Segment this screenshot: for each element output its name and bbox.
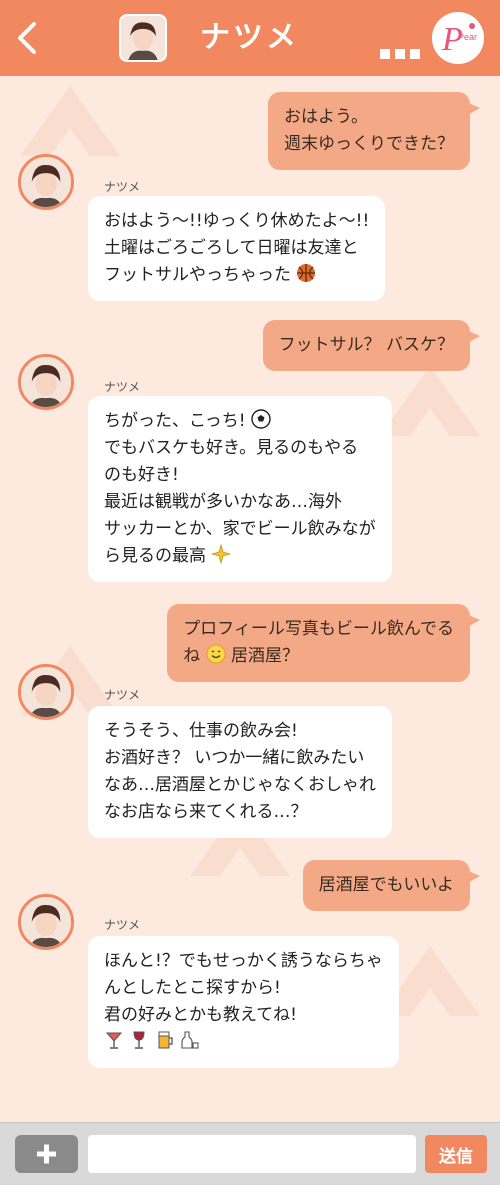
received-message: ちがった、こっち! でもバスケも好き。見るのもやる のも好き! 最近は観戦が多い… (88, 396, 392, 582)
message-text: でもバスケも好き。見るのもやる (104, 438, 359, 458)
message-text: 週末ゆっくりできた？ (284, 134, 454, 154)
avatar[interactable] (18, 664, 74, 720)
message-text: サッカーとか、家でビール飲みなが (104, 519, 376, 539)
plus-icon (37, 1144, 56, 1164)
message-footer: 送信 (0, 1122, 500, 1185)
sent-message: フットサル？ バスケ？ (262, 320, 481, 371)
sender-name: ナツメ (104, 918, 141, 932)
sent-message: おはよう。 週末ゆっくりできた？ (268, 92, 480, 170)
message-text: ほんと!？でもせっかく誘うならちゃ (104, 951, 383, 971)
sent-message: プロフィール写真もビール飲んでる ね 居酒屋？ (167, 604, 480, 682)
message-text: 君の好みとかも教えてね! (104, 1005, 297, 1025)
message-text: なお店なら来てくれる…？ (104, 802, 308, 822)
message-text: ちがった、こっち! (104, 411, 246, 431)
sender-name: ナツメ (104, 380, 141, 394)
avatar[interactable] (18, 154, 74, 210)
message-text: フットサルやっちゃった (104, 265, 291, 285)
message-input[interactable] (88, 1135, 416, 1173)
sake-icon (181, 1031, 199, 1049)
page-title: ナツメ (200, 20, 299, 55)
message-text: お酒好き？ いつか一緒に飲みたい (104, 748, 365, 768)
smile-icon (206, 644, 226, 664)
message-text: 土曜はごろごろして日曜は友達と (104, 238, 359, 258)
message-text: ら見るの最高 (104, 546, 206, 566)
message-text: 最近は観戦が多いかなあ…海外 (104, 492, 342, 512)
message-text: のも好き! (104, 465, 179, 485)
sent-message: 居酒屋でもいいよ (302, 860, 481, 911)
sender-name: ナツメ (104, 180, 141, 194)
back-arrow-icon[interactable] (10, 18, 44, 58)
more-options-icon[interactable] (380, 44, 428, 59)
received-message: おはよう～!!ゆっくり休めたよ～!! 土曜はごろごろして日曜は友達と フットサル… (88, 196, 386, 301)
received-message: そうそう、仕事の飲み会! お酒好き？ いつか一緒に飲みたい なあ…居酒屋とかじゃ… (88, 706, 392, 838)
header-bar: ナツメ P Pear (0, 0, 500, 76)
message-text: プロフィール写真もビール飲んでる (183, 619, 454, 639)
message-text: んとしたとこ探すから! (104, 978, 281, 998)
avatar[interactable] (18, 354, 74, 410)
basketball-icon (297, 264, 316, 282)
message-text: なあ…居酒屋とかじゃなくおしゃれ (104, 775, 376, 795)
header-avatar[interactable] (119, 14, 167, 62)
message-text: そうそう、仕事の飲み会! (104, 721, 298, 741)
sender-name: ナツメ (104, 688, 141, 702)
add-attachment-button[interactable] (15, 1135, 78, 1173)
wine-icon (133, 1031, 145, 1049)
message-text: おはよう～!!ゆっくり休めたよ～!! (104, 211, 370, 231)
message-text: フットサル？ バスケ？ (278, 335, 454, 355)
soccer-ball-icon (251, 409, 271, 429)
beer-icon (158, 1031, 173, 1049)
svg-text:Pear: Pear (458, 32, 477, 42)
message-text: 居酒屋でもいいよ (318, 875, 454, 895)
received-message: ほんと!？でもせっかく誘うならちゃ んとしたとこ探すから! 君の好みとかも教えて… (88, 936, 399, 1068)
message-text: おはよう。 (284, 107, 368, 127)
message-text: 居酒屋？ (231, 646, 299, 666)
send-button[interactable]: 送信 (425, 1135, 487, 1173)
cocktail-icon (105, 1032, 123, 1049)
chat-area[interactable]: おはよう。 週末ゆっくりできた？ ナツメ おはよう～!!ゆっくり休めたよ～!! … (0, 76, 500, 1122)
pearre-logo: P Pear (432, 12, 484, 64)
sparkle-icon (211, 544, 232, 564)
avatar[interactable] (18, 894, 74, 950)
message-text: ね (183, 646, 201, 666)
